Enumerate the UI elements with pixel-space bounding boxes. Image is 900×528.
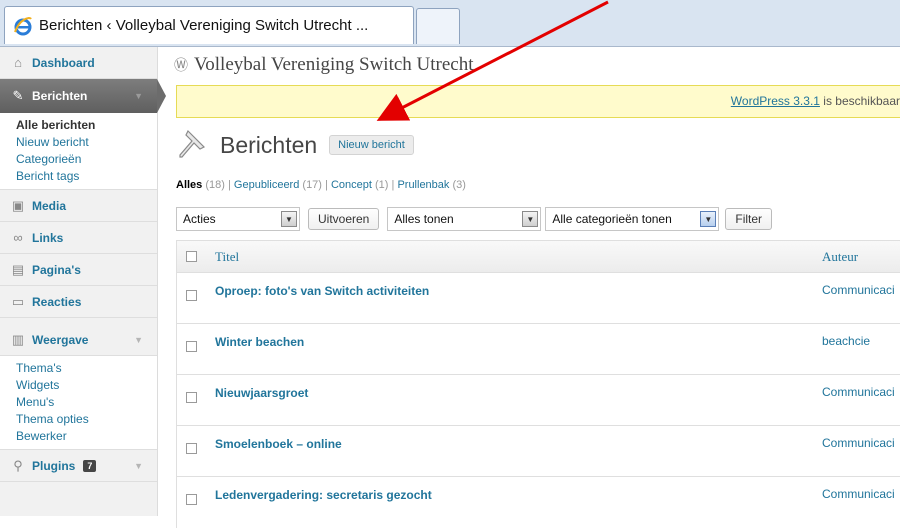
comment-icon: ▭ (11, 293, 25, 309)
table-nav: Acties ▼ Uitvoeren Alles tonen ▼ Alle ca… (176, 206, 773, 232)
post-author-link[interactable]: beachcie (822, 334, 870, 348)
sidebar-item-links[interactable]: ∞ Links (0, 222, 157, 254)
browser-tab-strip: Berichten ‹ Volleybal Vereniging Switch … (0, 0, 900, 47)
table-header: Titel Auteur (176, 240, 900, 273)
sidebar-item-label: Weergave (32, 332, 89, 347)
filter-all[interactable]: Alles (176, 179, 202, 191)
update-notice: WordPress 3.3.1 is beschikbaar (176, 85, 900, 118)
bulk-actions-select[interactable]: Acties ▼ (176, 207, 300, 231)
table-row: Nieuwjaarsgroet Communicaci (176, 375, 900, 426)
post-title-link[interactable]: Ledenvergadering: secretaris gezocht (215, 488, 432, 502)
column-author-header[interactable]: Auteur (822, 249, 858, 265)
row-checkbox[interactable] (186, 494, 197, 505)
plug-icon: ⚲ (13, 457, 23, 473)
chevron-down-icon: ▼ (134, 91, 143, 101)
row-checkbox[interactable] (186, 341, 197, 352)
update-notice-text: is beschikbaar (819, 94, 900, 108)
submenu-categorieen[interactable]: Categorieën (16, 151, 157, 168)
apply-button[interactable]: Uitvoeren (308, 208, 380, 230)
submenu-bericht-tags[interactable]: Bericht tags (16, 168, 157, 185)
post-title-link[interactable]: Winter beachen (215, 335, 304, 349)
category-filter-select[interactable]: Alle categorieën tonen ▼ (545, 207, 720, 231)
chevron-down-icon: ▼ (281, 211, 297, 227)
wordpress-logo-icon: Ⓦ (174, 57, 188, 73)
chevron-down-icon: ▼ (700, 211, 717, 227)
berichten-submenu: Alle berichten Nieuw bericht Categorieën… (0, 113, 157, 190)
sidebar-item-label: Pagina's (32, 262, 81, 277)
column-title-header[interactable]: Titel (215, 249, 239, 265)
page-title: Berichten (220, 131, 318, 158)
browser-tab-title: Berichten ‹ Volleybal Vereniging Switch … (39, 17, 369, 34)
posts-table: Titel Auteur Oproep: foto's van Switch a… (176, 240, 900, 528)
sidebar-item-label: Plugins (32, 458, 76, 473)
submenu-bewerker[interactable]: Bewerker (16, 428, 157, 445)
submenu-menus[interactable]: Menu's (16, 394, 157, 411)
sidebar-item-label: Dashboard (32, 55, 95, 70)
sidebar-item-weergave[interactable]: ▥ Weergave ▼ (0, 324, 157, 356)
filter-button[interactable]: Filter (725, 208, 773, 230)
post-author-link[interactable]: Communicaci (822, 436, 895, 450)
link-icon: ∞ (13, 230, 23, 245)
post-author-link[interactable]: Communicaci (822, 487, 895, 501)
page-heading: Berichten Nieuw bericht (174, 127, 414, 163)
post-title-link[interactable]: Smoelenboek – online (215, 437, 342, 451)
select-all-checkbox[interactable] (186, 251, 197, 262)
weergave-submenu: Thema's Widgets Menu's Thema opties Bewe… (0, 356, 157, 450)
submenu-widgets[interactable]: Widgets (16, 377, 157, 394)
appearance-icon: ▥ (11, 331, 25, 347)
table-row: Oproep: foto's van Switch activiteiten C… (176, 273, 900, 324)
post-author-link[interactable]: Communicaci (822, 385, 895, 399)
submenu-themas[interactable]: Thema's (16, 360, 157, 377)
post-status-filters: Alles (18) | Gepubliceerd (17) | Concept… (176, 179, 466, 191)
date-filter-select[interactable]: Alles tonen ▼ (387, 207, 542, 231)
chevron-down-icon: ▼ (134, 460, 143, 471)
filter-draft[interactable]: Concept (331, 179, 372, 191)
sidebar-item-paginas[interactable]: ▤ Pagina's (0, 254, 157, 286)
table-row: Winter beachen beachcie (176, 324, 900, 375)
internet-explorer-icon (13, 16, 33, 36)
browser-tab[interactable]: Berichten ‹ Volleybal Vereniging Switch … (4, 6, 414, 44)
page-icon: ▤ (11, 261, 25, 277)
chevron-down-icon: ▼ (522, 211, 539, 227)
main-content: Ⓦ Volleybal Vereniging Switch Utrecht Wo… (158, 47, 900, 528)
new-tab-button[interactable] (416, 8, 460, 44)
home-icon: ⌂ (14, 55, 22, 70)
table-row: Ledenvergadering: secretaris gezocht Com… (176, 477, 900, 528)
filter-trash[interactable]: Prullenbak (397, 179, 449, 191)
row-checkbox[interactable] (186, 290, 197, 301)
site-title[interactable]: Volleybal Vereniging Switch Utrecht (194, 54, 474, 76)
submenu-alle-berichten[interactable]: Alle berichten (16, 117, 157, 134)
pin-icon: ✎ (12, 88, 24, 103)
sidebar-item-label: Links (32, 230, 64, 245)
media-icon: ▣ (11, 197, 25, 213)
sidebar-item-reacties[interactable]: ▭ Reacties (0, 286, 157, 318)
chevron-down-icon: ▼ (134, 334, 143, 345)
submenu-nieuw-bericht[interactable]: Nieuw bericht (16, 134, 157, 151)
add-new-post-button[interactable]: Nieuw bericht (329, 135, 414, 155)
pushpin-icon (174, 127, 210, 163)
sidebar-item-label: Berichten (32, 89, 88, 103)
update-notice-link[interactable]: WordPress 3.3.1 (731, 94, 820, 108)
sidebar-item-berichten[interactable]: ✎ Berichten ▼ (0, 79, 166, 113)
filter-published[interactable]: Gepubliceerd (234, 179, 299, 191)
post-author-link[interactable]: Communicaci (822, 283, 895, 297)
plugins-update-badge: 7 (83, 459, 97, 472)
table-row: Smoelenboek – online Communicaci (176, 426, 900, 477)
row-checkbox[interactable] (186, 443, 197, 454)
sidebar-item-plugins[interactable]: ⚲ Plugins 7 ▼ (0, 450, 157, 482)
admin-sidebar: ⌂ Dashboard ✎ Berichten ▼ Alle berichten… (0, 47, 166, 516)
sidebar-item-label: Media (32, 198, 67, 213)
sidebar-item-dashboard[interactable]: ⌂ Dashboard (0, 47, 157, 79)
row-checkbox[interactable] (186, 392, 197, 403)
sidebar-item-label: Reacties (32, 294, 82, 309)
sidebar-item-media[interactable]: ▣ Media (0, 190, 157, 222)
post-title-link[interactable]: Oproep: foto's van Switch activiteiten (215, 284, 429, 298)
submenu-thema-opties[interactable]: Thema opties (16, 411, 157, 428)
post-title-link[interactable]: Nieuwjaarsgroet (215, 386, 308, 400)
site-header: Ⓦ Volleybal Vereniging Switch Utrecht (158, 47, 900, 83)
